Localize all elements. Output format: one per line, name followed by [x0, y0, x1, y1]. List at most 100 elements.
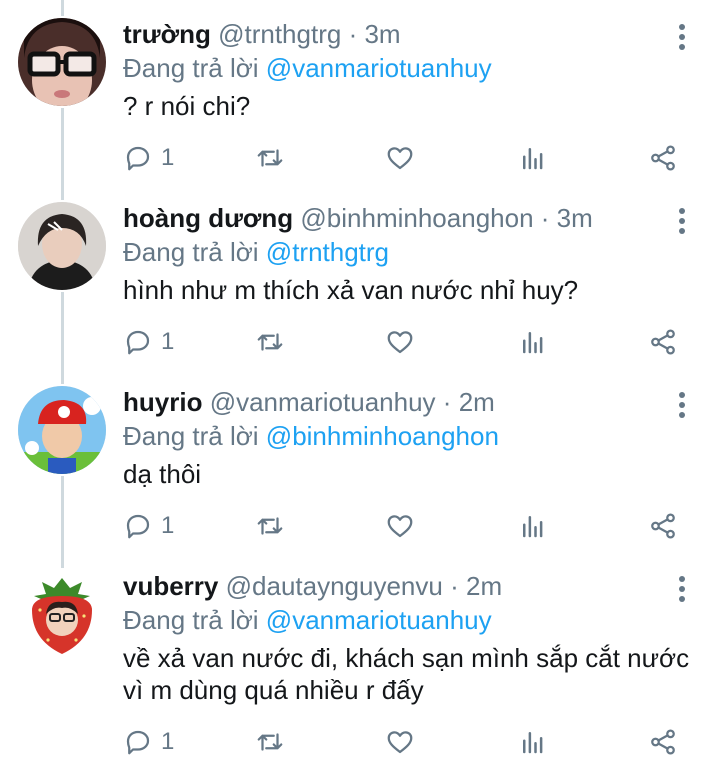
retweet-button[interactable] — [255, 722, 285, 762]
user-handle[interactable]: @vanmariotuanhuy — [210, 387, 436, 417]
tweet-text: hình như m thích xả van nước nhỉ huy? — [123, 275, 579, 305]
user-handle[interactable]: @trnthgtrg — [218, 19, 341, 49]
replying-prefix: Đang trả lời — [123, 237, 259, 267]
mention-link[interactable]: @trnthgtrg — [266, 237, 389, 267]
share-icon — [651, 729, 675, 755]
tweet-text: dạ thôi — [123, 459, 202, 489]
reply-count: 1 — [161, 728, 175, 755]
replying-prefix: Đang trả lời — [123, 421, 259, 451]
tweet-text: ? r nói chi? — [123, 91, 251, 121]
analytics-icon — [523, 148, 543, 170]
display-name[interactable]: trường — [123, 19, 211, 49]
like-button[interactable] — [385, 506, 415, 546]
tweet[interactable]: hoàng dương @binhminhoanghon · 3m Đang t… — [0, 202, 720, 384]
user-handle[interactable]: @binhminhoanghon — [300, 203, 533, 233]
share-button[interactable] — [648, 322, 678, 362]
analytics-button[interactable] — [518, 322, 548, 362]
replying-prefix: Đang trả lời — [123, 53, 259, 83]
replying-prefix: Đang trả lời — [123, 605, 259, 635]
avatar[interactable] — [18, 202, 106, 290]
heart-icon — [387, 331, 413, 354]
reply-button[interactable]: 1 — [123, 722, 174, 762]
share-icon — [651, 513, 675, 539]
more-options-icon[interactable] — [672, 206, 692, 236]
timestamp[interactable]: 3m — [364, 19, 400, 49]
reply-button[interactable]: 1 — [123, 138, 174, 178]
like-button[interactable] — [385, 138, 415, 178]
more-options-icon[interactable] — [672, 390, 692, 420]
reply-count: 1 — [161, 512, 175, 539]
like-button[interactable] — [385, 722, 415, 762]
timestamp[interactable]: 2m — [466, 571, 502, 601]
replying-to: Đang trả lời @trnthgtrg — [123, 236, 389, 268]
replying-to: Đang trả lời @vanmariotuanhuy — [123, 52, 492, 84]
like-button[interactable] — [385, 322, 415, 362]
user-handle[interactable]: @dautaynguyenvu — [226, 571, 443, 601]
tweet[interactable]: vuberry @dautaynguyenvu · 2m Đang trả lờ… — [0, 570, 720, 768]
analytics-icon — [523, 732, 543, 754]
share-icon — [651, 145, 675, 171]
reply-count: 1 — [161, 328, 175, 355]
share-button[interactable] — [648, 722, 678, 762]
retweet-icon — [257, 517, 283, 535]
analytics-button[interactable] — [518, 138, 548, 178]
action-bar: 1 — [123, 322, 693, 362]
retweet-icon — [257, 333, 283, 351]
reply-button[interactable]: 1 — [123, 322, 174, 362]
timestamp[interactable]: 2m — [459, 387, 495, 417]
separator: · — [442, 387, 452, 417]
thread-line — [61, 0, 64, 16]
display-name[interactable]: vuberry — [123, 571, 218, 601]
separator: · — [348, 19, 358, 49]
heart-icon — [387, 515, 413, 538]
action-bar: 1 — [123, 506, 693, 546]
tweet-text: về xả van nước đi, khách sạn mình sắp cắ… — [123, 642, 703, 706]
avatar[interactable] — [18, 570, 106, 658]
share-icon — [651, 329, 675, 355]
mention-link[interactable]: @vanmariotuanhuy — [266, 53, 492, 83]
avatar[interactable] — [18, 386, 106, 474]
replying-to: Đang trả lời @vanmariotuanhuy — [123, 604, 492, 636]
share-button[interactable] — [648, 506, 678, 546]
reply-icon — [126, 730, 150, 755]
action-bar: 1 — [123, 722, 693, 762]
reply-button[interactable]: 1 — [123, 506, 174, 546]
reply-icon — [126, 146, 150, 171]
mention-link[interactable]: @vanmariotuanhuy — [266, 605, 492, 635]
display-name[interactable]: hoàng dương — [123, 203, 293, 233]
avatar-mario-image — [18, 386, 106, 474]
reply-icon — [126, 514, 150, 539]
more-options-icon[interactable] — [672, 22, 692, 52]
retweet-button[interactable] — [255, 138, 285, 178]
reply-count: 1 — [161, 144, 175, 171]
separator: · — [450, 571, 459, 601]
tweet-header: hoàng dương @binhminhoanghon · 3m — [123, 202, 593, 234]
timestamp[interactable]: 3m — [557, 203, 593, 233]
heart-icon — [387, 147, 413, 170]
analytics-icon — [523, 332, 543, 354]
analytics-button[interactable] — [518, 722, 548, 762]
tweet[interactable]: trường @trnthgtrg · 3m Đang trả lời @van… — [0, 18, 720, 200]
avatar-glasses-image — [18, 18, 106, 106]
retweet-button[interactable] — [255, 322, 285, 362]
mention-link[interactable]: @binhminhoanghon — [266, 421, 499, 451]
tweet-header: vuberry @dautaynguyenvu · 2m — [123, 570, 502, 602]
heart-icon — [387, 731, 413, 754]
tweet-header: trường @trnthgtrg · 3m — [123, 18, 401, 50]
tweet-header: huyrio @vanmariotuanhuy · 2m — [123, 386, 495, 418]
avatar-strawberry-image — [18, 570, 106, 658]
analytics-button[interactable] — [518, 506, 548, 546]
retweet-button[interactable] — [255, 506, 285, 546]
avatar-hoodie-image — [18, 202, 106, 290]
reply-icon — [126, 330, 150, 355]
analytics-icon — [523, 516, 543, 538]
tweet-text-line: vì m dùng quá nhiều r đấy — [123, 675, 424, 705]
tweet-text-line: về xả van nước đi, khách sạn mình sắp cắ… — [123, 643, 690, 673]
tweet[interactable]: huyrio @vanmariotuanhuy · 2m Đang trả lờ… — [0, 386, 720, 568]
avatar[interactable] — [18, 18, 106, 106]
share-button[interactable] — [648, 138, 678, 178]
more-options-icon[interactable] — [672, 574, 692, 604]
separator: · — [540, 203, 550, 233]
display-name[interactable]: huyrio — [123, 387, 202, 417]
retweet-icon — [257, 733, 283, 751]
